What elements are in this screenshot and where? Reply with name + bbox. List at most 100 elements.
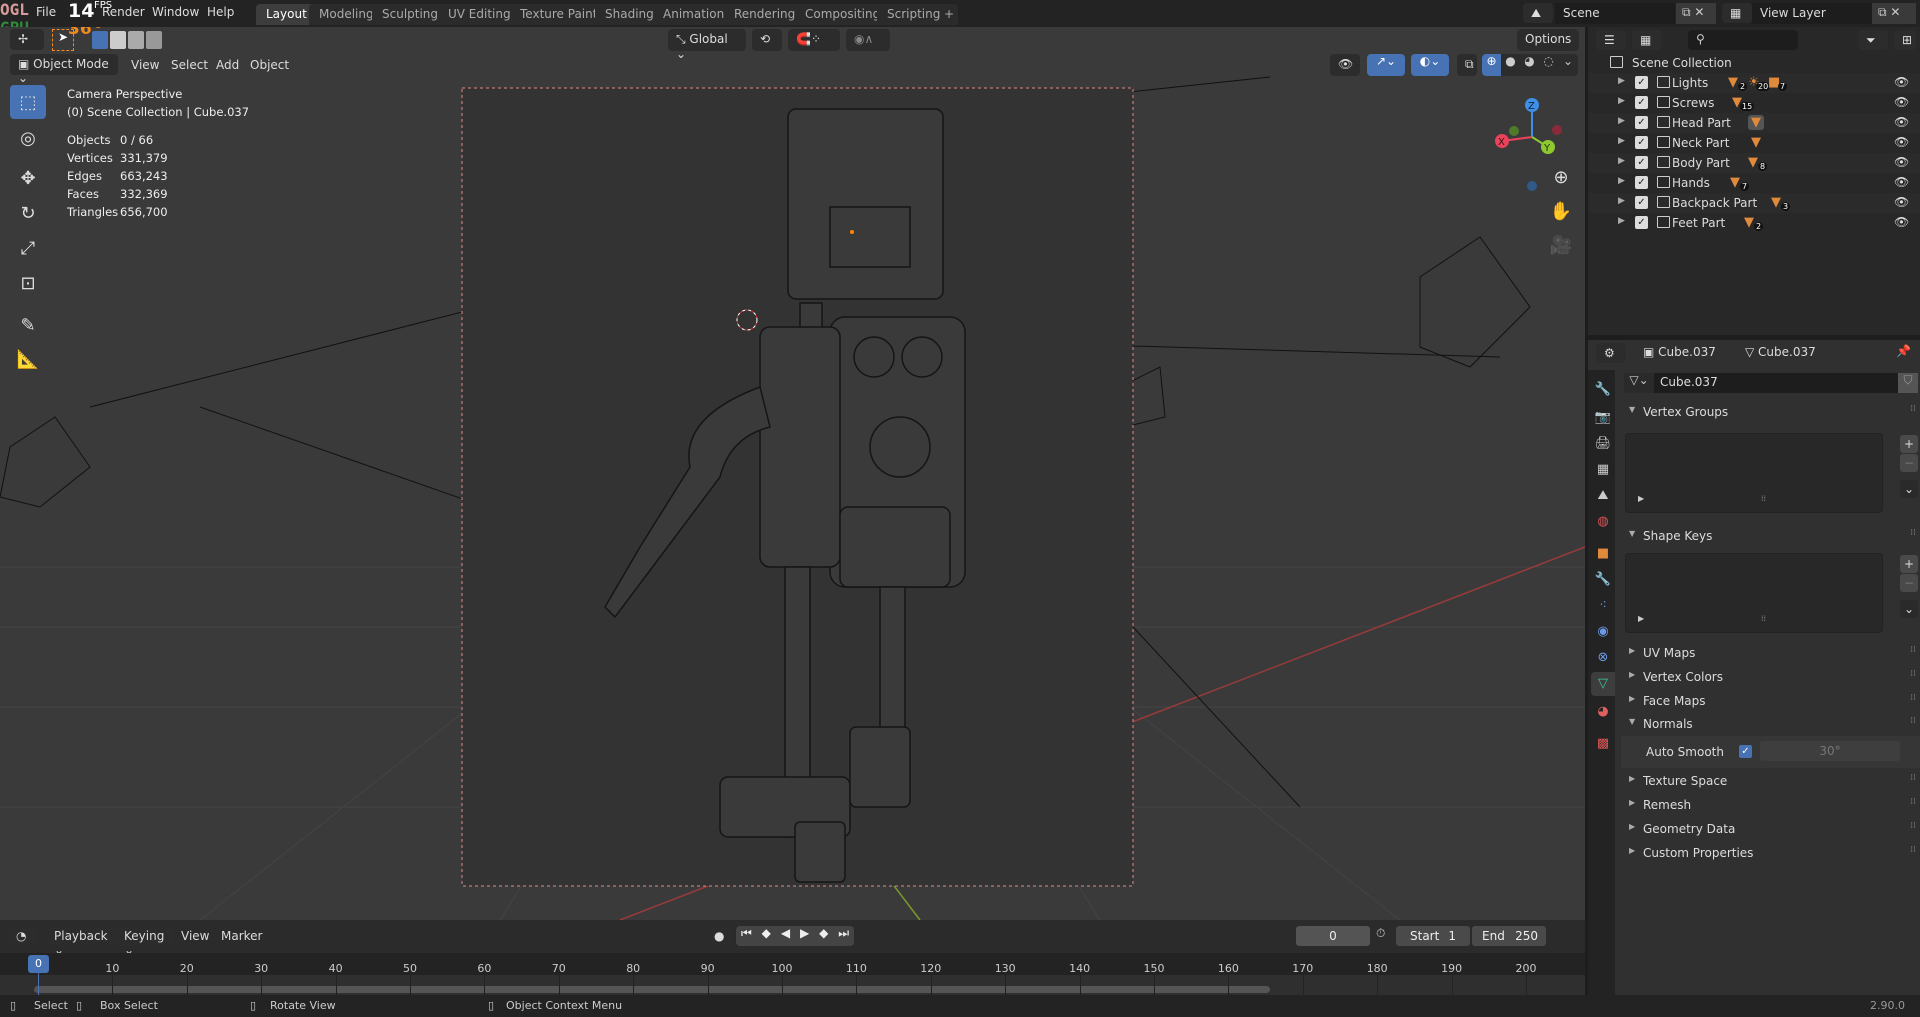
select-subtract-button[interactable] [128,31,144,49]
tab-texture-paint[interactable]: Texture Paint [510,4,608,25]
pin-icon[interactable]: 📌 [1896,344,1911,358]
menu-help[interactable]: Help [207,5,234,19]
record-button[interactable]: ● [711,926,731,946]
scene-icon[interactable]: ⛰ [1523,3,1553,23]
view-layer-tab-icon[interactable]: ▦ [1591,458,1615,482]
tab-layout[interactable]: Layout [256,4,317,25]
eye-icon[interactable]: 👁 [1894,75,1909,89]
mesh-browse-button[interactable]: ▽⌄ [1624,373,1654,393]
outliner-row-neck-part[interactable]: ▶ ✓ Neck Part ▼ 👁 [1588,133,1920,153]
outliner-row-feet-part[interactable]: ▶ ✓ Feet Part ▼ 2 👁 [1588,213,1920,233]
timeline-scrollbar[interactable] [34,986,1270,993]
start-frame-field[interactable]: Start 1 [1396,926,1470,946]
scene-collection-row[interactable]: Scene Collection [1588,53,1920,73]
scale-tool[interactable]: ⤢ [10,231,46,265]
select-new-button[interactable] [92,31,108,49]
outliner-search-input[interactable]: ⚲ [1688,30,1798,50]
jump-start-button[interactable]: ⏮ [741,926,752,946]
outliner-row-body-part[interactable]: ▶ ✓ Body Part ▼ 8 👁 [1588,153,1920,173]
filter-icon[interactable]: ⏷ [1858,30,1888,50]
tab-animation[interactable]: Animation [653,4,735,25]
play-button[interactable]: ▶ [800,926,809,946]
world-tab-icon[interactable]: ◍ [1591,510,1615,534]
shape-key-specials-button[interactable]: ⌄ [1900,600,1918,618]
particles-tab-icon[interactable]: ⁖ [1591,594,1615,618]
add-workspace-button[interactable]: + [940,4,959,25]
keying-dropdown[interactable]: Keying ⌄ [116,926,174,957]
texture-tab-icon[interactable]: ▩ [1591,732,1615,756]
camera-view-icon[interactable]: 🎥 [1546,235,1576,265]
filter-layer-dropdown[interactable]: ▦ [1632,30,1662,50]
move-tool[interactable]: ✥ [10,161,46,195]
add-shape-key-button[interactable]: + [1900,555,1918,573]
transform-pivot-icon[interactable]: ✢ [10,29,44,50]
wireframe-shading-button[interactable]: ⊕ [1482,54,1501,76]
eye-icon[interactable]: 👁 [1894,115,1909,129]
tool-tab-icon[interactable]: 🔧 [1591,378,1615,402]
end-frame-field[interactable]: End 250 [1472,926,1546,946]
xray-toggle[interactable]: ⧉ [1457,54,1477,76]
tab-uv-editing[interactable]: UV Editing [438,4,521,25]
output-tab-icon[interactable]: 🖨 [1591,432,1615,456]
vertex-groups-list[interactable]: ▶ ⁞⁞ [1625,433,1883,513]
auto-smooth-checkbox[interactable]: ✓ [1739,745,1752,758]
remove-shape-key-button[interactable]: − [1900,574,1918,592]
panel-texture-space[interactable]: ▶ Texture Space ⁞⁞ [1621,771,1920,793]
add-vertex-group-button[interactable]: + [1900,435,1918,453]
exclude-checkbox[interactable]: ✓ [1635,176,1648,189]
panel-shape-keys[interactable]: ▼ Shape Keys ⁞⁞ [1621,526,1920,548]
options-dropdown[interactable]: Options ⌄ [1517,29,1579,60]
tab-compositing[interactable]: Compositing [795,4,891,25]
material-shading-button[interactable]: ◕ [1520,54,1539,76]
menu-file[interactable]: File [36,5,56,19]
data-tab-icon[interactable]: ▽ [1591,672,1615,696]
orientation-dropdown[interactable]: ⤡ Global ⌄ [668,29,746,61]
tab-sculpting[interactable]: Sculpting [372,4,449,25]
panel-geometry-data[interactable]: ▶ Geometry Data ⁞⁞ [1621,819,1920,841]
eye-icon[interactable]: 👁 [1894,95,1909,109]
outliner-row-head-part[interactable]: ▶ ✓ Head Part ▼ 👁 [1588,113,1920,133]
physics-tab-icon[interactable]: ◉ [1591,620,1615,644]
shape-keys-list[interactable]: ▶ ⁞⁞ [1625,553,1883,633]
panel-custom-properties[interactable]: ▶ Custom Properties ⁞⁞ [1621,843,1920,865]
editor-type-dropdown[interactable]: ⚙ [1596,343,1626,363]
modifier-tab-icon[interactable]: 🔧 [1591,568,1615,592]
auto-smooth-angle-field[interactable]: 30° [1760,741,1900,761]
fake-user-button[interactable]: ⛉ [1898,373,1918,393]
stopwatch-icon[interactable]: ⏱ [1376,926,1396,946]
select-extend-button[interactable] [110,31,126,49]
playback-dropdown[interactable]: Playback ⌄ [46,926,114,957]
exclude-checkbox[interactable]: ✓ [1635,136,1648,149]
gizmo-toggle[interactable]: ↗⌄ [1367,54,1405,76]
menu-select[interactable]: Select [171,58,208,72]
rendered-shading-button[interactable]: ◌ [1539,54,1558,76]
solid-shading-button[interactable]: ● [1501,54,1520,76]
pivot-dropdown[interactable]: ⟲ [752,29,782,51]
exclude-checkbox[interactable]: ✓ [1635,76,1648,89]
zoom-icon[interactable]: ⊕ [1546,167,1576,197]
eye-icon[interactable]: 👁 [1894,135,1909,149]
eye-icon[interactable]: 👁 [1894,215,1909,229]
visibility-dropdown[interactable]: 👁 [1330,54,1360,76]
new-collection-button[interactable]: ⊞ [1894,30,1916,50]
panel-vertex-groups[interactable]: ▼ Vertex Groups ⁞⁞ [1621,402,1920,424]
panel-remesh[interactable]: ▶ Remesh ⁞⁞ [1621,795,1920,817]
exclude-checkbox[interactable]: ✓ [1635,96,1648,109]
remove-vertex-group-button[interactable]: − [1900,454,1918,472]
3d-viewport[interactable]: ✢ ➤ 36 °C ⤡ Global ⌄ ⟲ 🧲⁘ ◉∧ Options ⌄ ▣… [0,27,1585,920]
view-layer-icon[interactable]: ▦ [1722,3,1752,23]
playhead[interactable]: 0 [28,955,49,973]
eye-icon[interactable]: 👁 [1894,155,1909,169]
mode-dropdown[interactable]: ▣ Object Mode ⌄ [10,54,118,85]
panel-vertex-colors[interactable]: ▶ Vertex Colors ⁞⁞ [1621,667,1920,689]
prev-keyframe-button[interactable]: ◆ [762,926,771,946]
eye-icon[interactable]: 👁 [1894,175,1909,189]
render-tab-icon[interactable]: 📷 [1591,406,1615,430]
rotate-tool[interactable]: ↻ [10,196,46,230]
menu-view[interactable]: View [181,929,209,943]
transform-tool[interactable]: ⊡ [10,266,46,300]
editor-type-clock-icon[interactable]: ◔ [8,926,38,946]
menu-marker[interactable]: Marker [221,929,262,943]
object-tab-icon[interactable]: ■ [1591,542,1615,566]
cursor-tool[interactable]: ◎ [10,121,46,155]
